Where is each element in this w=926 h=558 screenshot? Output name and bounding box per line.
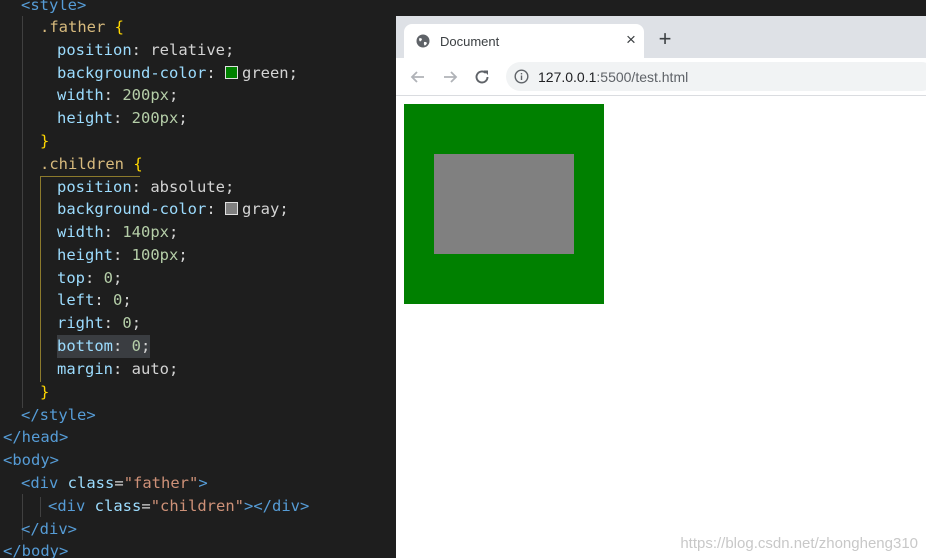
html-string: "father" (123, 474, 199, 492)
css-value: auto (131, 360, 169, 378)
css-property: position (57, 178, 132, 196)
code-line: </style> (21, 404, 96, 427)
css-brace: } (40, 383, 50, 401)
css-selector: .father (40, 18, 106, 36)
code-line: left: 0; (57, 291, 132, 309)
url-path: :5500/test.html (596, 69, 689, 85)
css-value: absolute (150, 178, 225, 196)
css-property: background-color (57, 64, 207, 82)
code-line: margin: auto; (57, 360, 179, 378)
code-line: <body> (3, 449, 59, 472)
code-line: </div> (21, 518, 77, 541)
code-line: width: 200px; (57, 86, 179, 104)
watermark: https://blog.csdn.net/zhongheng310 (680, 535, 918, 552)
css-property: right (57, 314, 104, 332)
address-bar[interactable]: 127.0.0.1:5500/test.html (506, 62, 926, 91)
indent-guide (22, 16, 23, 408)
tab-title: Document (440, 34, 500, 49)
css-property: position (57, 41, 132, 59)
code-line: </head> (3, 426, 68, 449)
css-value: 0 (122, 314, 132, 332)
code-line: position: absolute; (57, 178, 235, 196)
code-token: <body> (3, 451, 59, 469)
code-line: top: 0; (57, 269, 123, 287)
code-token: <div (21, 474, 59, 492)
code-line: <style> (21, 0, 86, 17)
back-arrow-icon[interactable] (407, 66, 429, 88)
new-tab-button[interactable]: + (654, 28, 676, 50)
css-property: background-color (57, 200, 207, 218)
css-property: width (57, 86, 104, 104)
url-text: 127.0.0.1:5500/test.html (538, 69, 688, 85)
html-string: "children" (150, 497, 245, 515)
code-line: .father { (40, 16, 124, 39)
code-token: <div (48, 497, 86, 515)
css-property: height (57, 246, 113, 264)
code-line: right: 0; (57, 314, 142, 332)
css-brace: { (114, 18, 125, 36)
url-host: 127.0.0.1 (538, 69, 597, 85)
css-selector: .children (40, 155, 124, 173)
indent-guide (40, 497, 41, 517)
css-property: top (57, 269, 85, 287)
css-value: 200px (122, 86, 170, 104)
html-attribute: class (67, 474, 115, 492)
css-value: 0 (103, 269, 114, 287)
forward-arrow-icon[interactable] (439, 66, 461, 88)
code-token: = (114, 474, 124, 492)
indent-guide-active (40, 176, 41, 382)
code-line: position: relative; (57, 41, 235, 59)
father-box (404, 104, 604, 304)
code-line-highlighted: bottom: 0; (57, 335, 151, 358)
code-token: </div> (21, 520, 77, 538)
css-value: 0 (131, 337, 142, 355)
browser-toolbar: 127.0.0.1:5500/test.html (396, 58, 926, 96)
code-token: ></div> (244, 497, 310, 515)
css-property: height (57, 109, 113, 127)
info-icon[interactable] (514, 69, 529, 84)
css-brace: { (133, 155, 143, 173)
code-line: .children { (40, 153, 143, 176)
css-value: gray (241, 200, 280, 218)
html-attribute: class (94, 497, 142, 515)
code-line: } (40, 130, 49, 153)
code-line: background-color: green; (57, 64, 298, 82)
code-line: <div class="children"></div> (48, 495, 309, 518)
children-box (434, 154, 574, 254)
code-line: height: 200px; (57, 109, 188, 127)
css-brace: } (40, 132, 50, 150)
css-value: 140px (122, 223, 170, 241)
color-swatch[interactable] (224, 66, 238, 79)
css-property: bottom (57, 337, 113, 355)
color-swatch[interactable] (224, 202, 238, 215)
tab-document[interactable]: Document × (404, 24, 644, 58)
code-line: } (40, 381, 49, 404)
reload-icon[interactable] (471, 66, 493, 88)
css-property: left (57, 291, 95, 309)
css-property: width (57, 223, 104, 241)
close-tab-button[interactable]: × (621, 30, 641, 50)
css-property: margin (57, 360, 113, 378)
code-token: </style> (21, 406, 96, 424)
css-value: 0 (113, 291, 123, 309)
code-token: = (141, 497, 151, 515)
globe-icon (416, 34, 430, 48)
code-line: background-color: gray; (57, 200, 289, 218)
code-line: <div class="father"> (21, 472, 208, 495)
css-value: relative (150, 41, 225, 59)
code-line: width: 140px; (57, 223, 179, 241)
code-token: </body> (3, 542, 69, 558)
code-token: </head> (3, 428, 69, 446)
css-value: 100px (131, 246, 179, 264)
code-token: > (198, 474, 208, 492)
browser-window: Document × + 127.0.0.1:5500/test.html (396, 16, 926, 558)
page-viewport (396, 96, 926, 558)
css-value: 200px (131, 109, 179, 127)
css-value: green (241, 64, 289, 82)
code-line: </body> (3, 540, 68, 558)
code-line: height: 100px; (57, 246, 188, 264)
code-token: <style> (21, 0, 87, 14)
tab-strip: Document × + (396, 16, 926, 58)
code-editor[interactable]: <style> .father { position: relative; ba… (0, 0, 396, 558)
